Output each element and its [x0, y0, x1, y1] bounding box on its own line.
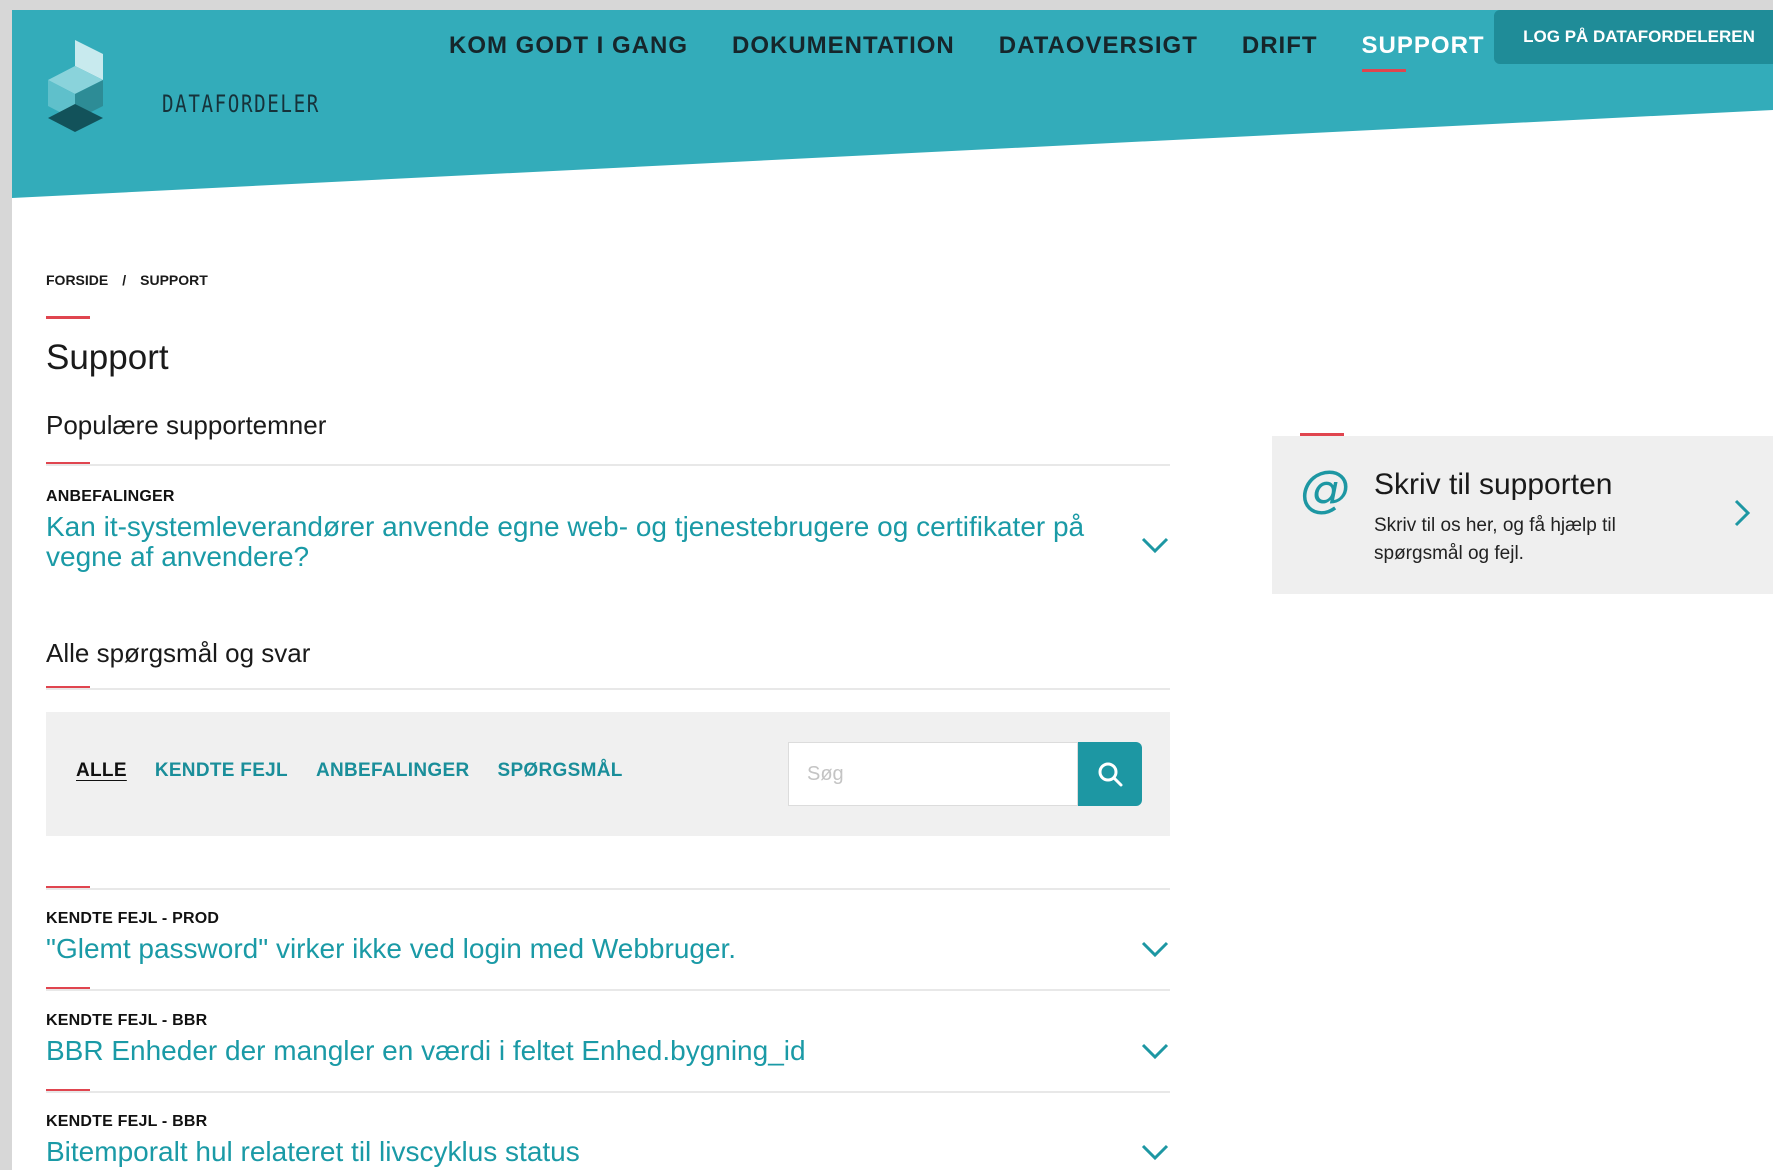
item-question[interactable]: "Glemt password" virker ikke ved login m…	[46, 934, 1170, 964]
chevron-right-icon[interactable]	[1733, 498, 1751, 528]
chevron-down-icon[interactable]	[1140, 536, 1170, 554]
breadcrumb-home-link[interactable]: FORSIDE	[46, 272, 108, 288]
page: DATAFORDELER KOM GODT I GANG DOKUMENTATI…	[12, 10, 1773, 1170]
nav-kom-godt-i-gang[interactable]: KOM GODT I GANG	[427, 22, 710, 70]
item-category: ANBEFALINGER	[46, 488, 175, 505]
chevron-down-icon[interactable]	[1140, 1143, 1170, 1161]
popular-item[interactable]: ANBEFALINGER Kan it-systemleverandører a…	[46, 488, 1170, 572]
search-button[interactable]	[1078, 742, 1142, 806]
filter-anbefalinger[interactable]: ANBEFALINGER	[316, 760, 470, 782]
at-icon: @	[1300, 460, 1350, 518]
search-input[interactable]	[788, 742, 1078, 806]
search-icon	[1098, 762, 1123, 787]
item-question[interactable]: BBR Enheder der mangler en værdi i felte…	[46, 1036, 1170, 1066]
list-item[interactable]: KENDTE FEJL - PROD "Glemt password" virk…	[46, 910, 1170, 964]
filter-spoergsmaal[interactable]: SPØRGSMÅL	[497, 760, 622, 782]
nav-drift[interactable]: DRIFT	[1220, 22, 1340, 70]
filter-tabs: ALLE KENDTE FEJL ANBEFALINGER SPØRGSMÅL	[76, 760, 623, 782]
logo-mark-icon	[48, 40, 103, 132]
breadcrumb: FORSIDE / SUPPORT	[46, 272, 208, 288]
item-category: KENDTE FEJL - BBR	[46, 1113, 208, 1130]
breadcrumb-current: SUPPORT	[140, 272, 208, 288]
main-nav: KOM GODT I GANG DOKUMENTATION DATAOVERSI…	[427, 22, 1507, 72]
divider	[46, 989, 1170, 991]
all-section-title: Alle spørgsmål og svar	[46, 638, 311, 668]
chevron-down-icon[interactable]	[1140, 940, 1170, 958]
divider	[46, 688, 1170, 690]
breadcrumb-separator: /	[122, 272, 127, 288]
filter-bar: ALLE KENDTE FEJL ANBEFALINGER SPØRGSMÅL	[46, 712, 1170, 836]
card-text: Skriv til os her, og få hjælp til spørgs…	[1374, 515, 1616, 564]
popular-section-title: Populære supportemner	[46, 410, 327, 440]
logo-text: DATAFORDELER	[162, 90, 320, 118]
card-title: Skriv til supporten	[1374, 468, 1613, 501]
divider	[46, 888, 1170, 890]
nav-dokumentation[interactable]: DOKUMENTATION	[710, 22, 977, 70]
title-accent-line	[46, 316, 90, 319]
filter-alle[interactable]: ALLE	[76, 760, 127, 782]
logo[interactable]: DATAFORDELER	[48, 32, 348, 142]
page-title: Support	[46, 338, 169, 377]
item-question[interactable]: Kan it-systemleverandører anvende egne w…	[46, 512, 1106, 572]
nav-dataoversigt[interactable]: DATAOVERSIGT	[977, 22, 1220, 70]
nav-support[interactable]: SUPPORT	[1340, 22, 1507, 72]
contact-support-card[interactable]: @ Skriv til supporten Skriv til os her, …	[1272, 433, 1773, 594]
divider	[46, 1091, 1170, 1093]
list-item[interactable]: KENDTE FEJL - BBR BBR Enheder der mangle…	[46, 1012, 1170, 1066]
chevron-down-icon[interactable]	[1140, 1042, 1170, 1060]
divider	[46, 464, 1170, 466]
item-question[interactable]: Bitemporalt hul relateret til livscyklus…	[46, 1137, 1170, 1167]
item-category: KENDTE FEJL - PROD	[46, 910, 220, 927]
item-category: KENDTE FEJL - BBR	[46, 1012, 208, 1029]
card-accent-line	[1300, 433, 1344, 436]
login-button[interactable]: LOG PÅ DATAFORDELEREN	[1494, 10, 1773, 64]
filter-kendte-fejl[interactable]: KENDTE FEJL	[155, 760, 288, 782]
list-item[interactable]: KENDTE FEJL - BBR Bitemporalt hul relate…	[46, 1113, 1170, 1167]
